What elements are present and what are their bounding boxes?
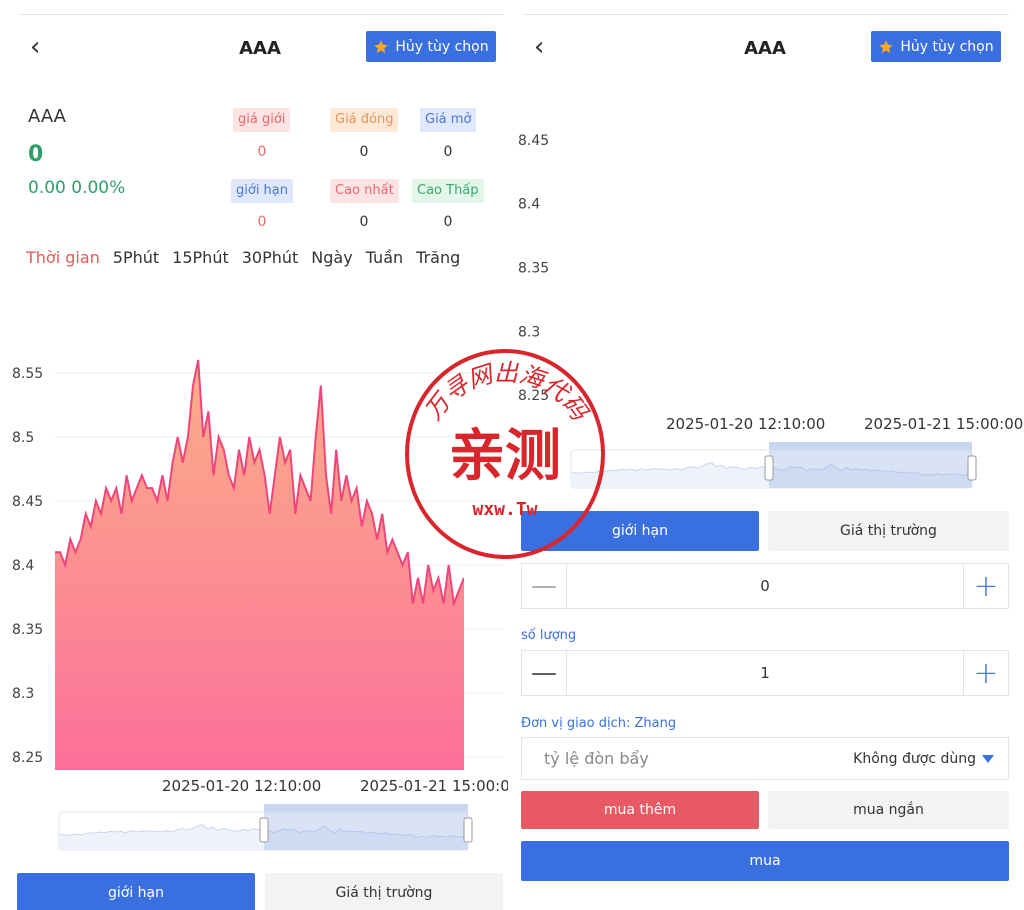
back-arrow-icon[interactable]: ‹ — [30, 34, 40, 60]
caret-down-icon — [982, 754, 994, 763]
x-tick-label: 2025-01-20 12:10:00 — [666, 415, 825, 433]
trade-unit-label: Đơn vị giao dịch: Zhang — [521, 716, 677, 731]
value-limit-price: 0 — [257, 144, 267, 160]
leverage-placeholder: tỷ lệ đòn bẩy — [544, 749, 649, 768]
price-chart[interactable]: 8.55 8.5 8.45 8.4 8.35 8.3 8.25 2025-01-20 12:1… — [0, 350, 508, 860]
zoom-selection — [769, 448, 972, 488]
value-close-price: 0 — [359, 144, 369, 160]
tab-day[interactable]: Ngày — [311, 248, 352, 267]
tab-market-order[interactable]: Giá thị trường — [265, 873, 503, 910]
leverage-field[interactable]: tỷ lệ đòn bẩy Không được dùng — [521, 737, 1009, 780]
tab-limit-order[interactable]: giới hạn — [17, 873, 255, 910]
quantity-label: số lượng — [521, 628, 577, 643]
y-tick-label: 8.45 — [12, 494, 43, 510]
y-tick-label: 8.3 — [518, 324, 540, 340]
right-screen: ‹ AAA Hủy tùy chọn 8.45 8.4 8.35 8.3 8.25 202… — [512, 0, 1024, 910]
price-decrease-button[interactable]: — — [522, 564, 567, 608]
tab-time[interactable]: Thời gian — [26, 248, 100, 267]
zoom-selection-bar — [769, 442, 972, 449]
stock-change: 0.00 0.00% — [28, 178, 126, 198]
y-tick-label: 8.55 — [12, 366, 43, 382]
tab-limit-order[interactable]: giới hạn — [521, 511, 759, 551]
y-tick-label: 8.3 — [12, 686, 34, 702]
value-highest: 0 — [359, 214, 369, 230]
tab-15min[interactable]: 15Phút — [172, 248, 229, 267]
left-screen: ‹ AAA Hủy tùy chọn AAA 0 0.00 0.00% giá … — [0, 0, 508, 910]
stock-name: AAA — [28, 106, 66, 127]
value-high-low: 0 — [443, 214, 453, 230]
zoom-handle — [764, 455, 774, 481]
remove-favorite-button[interactable]: Hủy tùy chọn — [366, 31, 496, 62]
x-tick-label: 2025-01-21 15:00:00 — [360, 777, 508, 795]
tab-30min[interactable]: 30Phút — [242, 248, 299, 267]
star-icon — [879, 39, 894, 53]
buy-short-button[interactable]: mua ngắn — [768, 791, 1009, 829]
page-title: AAA — [744, 38, 786, 59]
price-chart[interactable]: 8.45 8.4 8.35 8.3 8.25 2025-01-20 12:10:00 202… — [512, 70, 1024, 490]
tag-close-price: Giá đóng — [330, 108, 399, 132]
leverage-value: Không được dùng — [853, 750, 976, 767]
stock-price: 0 — [28, 142, 44, 167]
zoom-selection — [264, 810, 468, 850]
y-tick-label: 8.45 — [518, 133, 549, 149]
price-input[interactable]: 0 — [567, 577, 963, 595]
quantity-input[interactable]: 1 — [567, 664, 963, 682]
buy-long-button[interactable]: mua thêm — [521, 791, 759, 829]
x-tick-label: 2025-01-21 15:00:00 — [864, 415, 1023, 433]
y-tick-label: 8.35 — [518, 261, 549, 277]
price-increase-button[interactable]: + — [963, 564, 1008, 608]
y-tick-label: 8.25 — [518, 388, 549, 404]
chart-zoom-navigator — [570, 442, 977, 489]
zoom-handle — [967, 455, 977, 481]
y-tick-label: 8.35 — [12, 622, 43, 638]
chart-zoom-navigator — [58, 804, 473, 851]
top-divider — [18, 14, 504, 15]
value-limit: 0 — [257, 214, 267, 230]
timeframe-tabs: Thời gian 5Phút 15Phút 30Phút Ngày Tuần … — [26, 248, 460, 267]
tab-month[interactable]: Trăng — [416, 248, 460, 267]
zoom-handle — [463, 817, 473, 843]
quantity-increase-button[interactable]: + — [963, 651, 1008, 695]
price-stepper: — 0 + — [521, 563, 1009, 609]
zoom-handle — [259, 817, 269, 843]
top-divider — [522, 14, 1009, 15]
y-tick-label: 8.4 — [12, 558, 34, 574]
submit-buy-button[interactable]: mua — [521, 841, 1009, 881]
tab-5min[interactable]: 5Phút — [113, 248, 159, 267]
remove-favorite-label: Hủy tùy chọn — [395, 38, 489, 55]
page-title: AAA — [239, 38, 281, 59]
x-tick-label: 2025-01-20 12:10:00 — [162, 777, 321, 795]
y-tick-label: 8.4 — [518, 197, 540, 213]
quantity-decrease-button[interactable]: — — [522, 651, 567, 695]
tab-market-order[interactable]: Giá thị trường — [768, 511, 1009, 551]
remove-favorite-button[interactable]: Hủy tùy chọn — [871, 31, 1001, 62]
tab-week[interactable]: Tuần — [366, 248, 403, 267]
tag-highest: Cao nhất — [330, 179, 399, 203]
quantity-stepper: — 1 + — [521, 650, 1009, 696]
leverage-select[interactable]: Không được dùng — [853, 751, 994, 767]
tag-open-price: Giá mở — [420, 108, 477, 132]
remove-favorite-label: Hủy tùy chọn — [900, 38, 994, 55]
star-icon — [374, 39, 389, 53]
tag-limit-price: giá giới — [233, 108, 291, 132]
back-arrow-icon[interactable]: ‹ — [534, 34, 544, 60]
value-open-price: 0 — [443, 144, 453, 160]
zoom-selection-bar — [264, 804, 468, 811]
y-tick-label: 8.25 — [12, 750, 43, 766]
y-tick-label: 8.5 — [12, 430, 34, 446]
tag-limit: giới hạn — [231, 179, 294, 203]
tag-high-low: Cao Thấp — [412, 179, 484, 203]
